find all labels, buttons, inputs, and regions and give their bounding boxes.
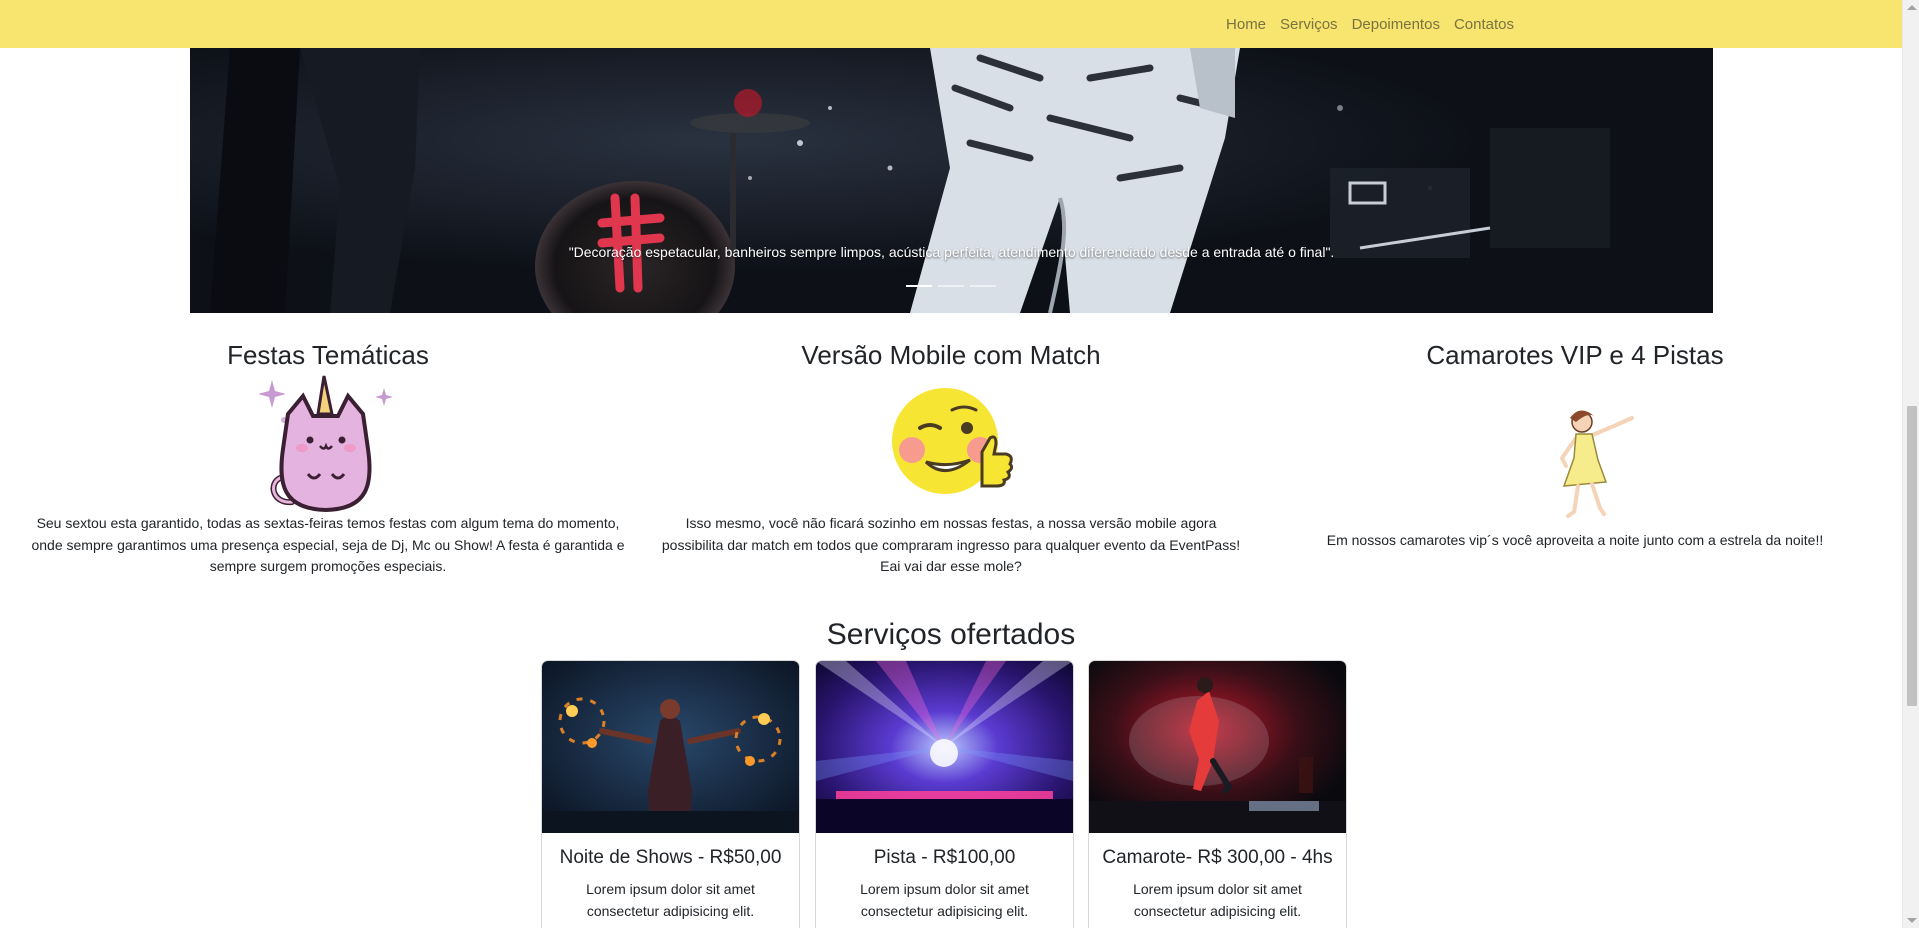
scroll-thumb[interactable] bbox=[1907, 406, 1917, 706]
card-text: Lorem ipsum dolor sit amet consectetur a… bbox=[860, 881, 1029, 919]
service-card-camarote[interactable]: Camarote- R$ 300,00 - 4hs Lorem ipsum do… bbox=[1088, 660, 1347, 928]
feature-camarotes-vip-text: Em nossos camarotes vip´s você aproveita… bbox=[1270, 530, 1880, 552]
feature-title: Camarotes VIP e 4 Pistas bbox=[1426, 340, 1724, 370]
card-title: Camarote- R$ 300,00 - 4hs bbox=[1102, 847, 1333, 868]
feature-title: Festas Temáticas bbox=[227, 340, 429, 370]
page: Home Serviços Depoimentos Contatos "Deco… bbox=[0, 0, 1919, 928]
breakdancer-photo bbox=[1089, 661, 1346, 833]
feature-festas-tematicas-text: Seu sextou esta garantido, todas as sext… bbox=[23, 513, 633, 578]
page-scrollbar[interactable] bbox=[1902, 0, 1919, 928]
hero-carousel[interactable]: "Decoração espetacular, banheiros sempre… bbox=[190, 48, 1713, 313]
fire-dancer-photo bbox=[542, 661, 799, 833]
feature-festas-tematicas: Festas Temáticas bbox=[23, 340, 633, 371]
feature-text: Em nossos camarotes vip´s você aproveita… bbox=[1326, 532, 1824, 548]
carousel-indicator-2[interactable] bbox=[938, 285, 964, 287]
nav-link-home[interactable]: Home bbox=[1226, 16, 1266, 33]
card-text: Lorem ipsum dolor sit amet consectetur a… bbox=[1133, 881, 1302, 919]
card-text: Lorem ipsum dolor sit amet consectetur a… bbox=[586, 881, 755, 919]
nav-link-contatos[interactable]: Contatos bbox=[1454, 16, 1514, 33]
service-card-noite-de-shows[interactable]: Noite de Shows - R$50,00 Lorem ipsum dol… bbox=[541, 660, 800, 928]
winking-thumbs-up-emoji-icon bbox=[892, 388, 1014, 494]
unicorn-cat-icon bbox=[258, 375, 393, 513]
carousel-caption: "Decoração espetacular, banheiros sempre… bbox=[568, 244, 1335, 260]
feature-camarotes-vip: Camarotes VIP e 4 Pistas bbox=[1270, 340, 1880, 371]
concert-stage-lights-photo bbox=[816, 661, 1073, 833]
scroll-up-arrow-icon[interactable] bbox=[1907, 5, 1917, 10]
card-title: Noite de Shows - R$50,00 bbox=[559, 847, 782, 868]
feature-versao-mobile: Versão Mobile com Match bbox=[646, 340, 1256, 371]
feature-title: Versão Mobile com Match bbox=[801, 340, 1101, 370]
concert-photo bbox=[190, 48, 1713, 313]
carousel-indicator-1[interactable] bbox=[906, 285, 932, 287]
feature-text: Seu sextou esta garantido, todas as sext… bbox=[31, 515, 625, 574]
carousel-indicator-3[interactable] bbox=[970, 285, 996, 287]
feature-text: Isso mesmo, você não ficará sozinho em n… bbox=[661, 515, 1241, 574]
dancing-girl-icon bbox=[1559, 410, 1634, 518]
services-title: Serviços ofertados bbox=[826, 618, 1076, 651]
navbar: Home Serviços Depoimentos Contatos bbox=[0, 0, 1902, 48]
feature-versao-mobile-text: Isso mesmo, você não ficará sozinho em n… bbox=[646, 513, 1256, 578]
nav-link-depoimentos[interactable]: Depoimentos bbox=[1352, 16, 1440, 33]
nav-link-servicos[interactable]: Serviços bbox=[1280, 16, 1338, 33]
service-card-pista[interactable]: Pista - R$100,00 Lorem ipsum dolor sit a… bbox=[815, 660, 1074, 928]
scroll-down-arrow-icon[interactable] bbox=[1907, 918, 1917, 923]
carousel-indicators bbox=[906, 285, 996, 287]
nav-links: Home Serviços Depoimentos Contatos bbox=[1226, 0, 1514, 48]
card-title: Pista - R$100,00 bbox=[873, 847, 1016, 868]
